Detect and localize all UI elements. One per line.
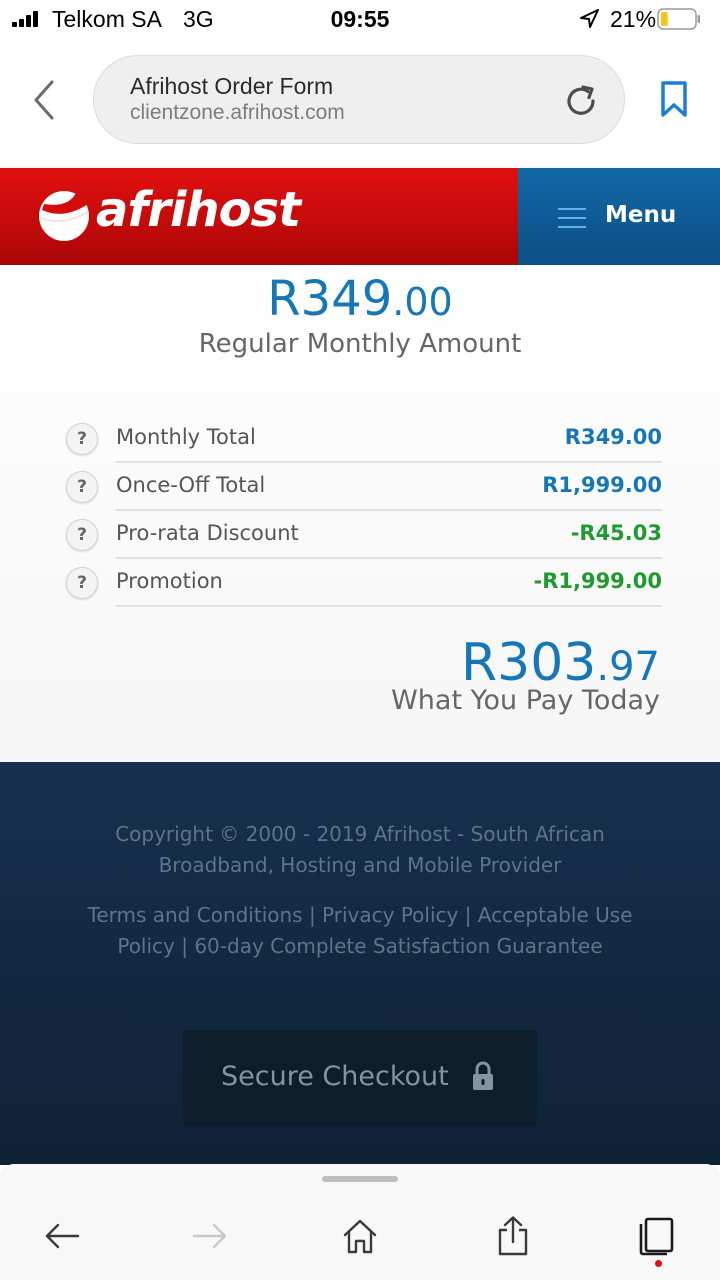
back-arrow-icon[interactable]: [42, 1216, 82, 1256]
menu-button[interactable]: Menu: [518, 168, 720, 265]
page-title: Afrihost Order Form: [130, 73, 334, 99]
summary-row-promotion: ? Promotion -R1,999.00: [66, 559, 662, 607]
share-icon[interactable]: [493, 1216, 533, 1256]
forward-arrow-icon[interactable]: [190, 1216, 230, 1256]
site-header: afrihost Menu: [0, 168, 720, 265]
battery-percent: 21%: [610, 6, 657, 32]
toolbar-handle[interactable]: [322, 1176, 398, 1182]
regular-monthly-label: Regular Monthly Amount: [198, 329, 522, 359]
summary-row-once-off-total: ? Once-Off Total R1,999.00: [66, 463, 662, 511]
page-domain: clientzone.afrihost.com: [130, 101, 345, 124]
row-value: -R45.03: [570, 521, 662, 545]
row-label: Pro-rata Discount: [116, 521, 299, 545]
help-icon[interactable]: ?: [66, 567, 98, 599]
summary-row-pro-rata-discount: ? Pro-rata Discount -R45.03: [66, 511, 662, 559]
lock-icon: [473, 1061, 493, 1090]
help-icon[interactable]: ?: [66, 519, 98, 551]
pay-amount-main: R303: [460, 633, 597, 693]
row-label: Monthly Total: [116, 425, 256, 449]
brand-logo-text: afrihost: [96, 182, 301, 238]
afrihost-logo-icon: [39, 191, 89, 241]
order-summary: R349.00 Regular Monthly Amount ? Monthly…: [0, 265, 720, 762]
location-arrow-icon: [580, 9, 599, 28]
browser-toolbar: [0, 1164, 720, 1280]
checkout-label: Secure Checkout: [221, 1061, 449, 1092]
hamburger-icon: [558, 208, 586, 228]
help-icon[interactable]: ?: [66, 471, 98, 503]
notification-dot: [655, 1260, 662, 1267]
bookmark-icon[interactable]: [657, 80, 691, 118]
row-value: R1,999.00: [542, 473, 662, 497]
menu-label: Menu: [605, 202, 677, 228]
pay-today-amount: R303.97: [360, 633, 660, 693]
help-icon[interactable]: ?: [66, 423, 98, 455]
copyright-text: Copyright © 2000 - 2019 Afrihost - South…: [115, 822, 605, 877]
secure-checkout-button[interactable]: Secure Checkout: [183, 1030, 537, 1126]
row-value: -R1,999.00: [533, 569, 662, 593]
row-value: R349.00: [564, 425, 662, 449]
brand-bar[interactable]: afrihost: [0, 168, 518, 265]
status-bar: Telkom SA 3G 09:55 21%: [0, 0, 720, 40]
reload-icon[interactable]: [562, 82, 600, 120]
row-label: Promotion: [116, 569, 223, 593]
regular-monthly-amount: R349.00: [0, 271, 720, 327]
regular-amount-cents: .00: [392, 280, 453, 324]
pay-today-label: What You Pay Today: [391, 685, 660, 716]
row-divider: [116, 605, 662, 607]
site-footer: Copyright © 2000 - 2019 Afrihost - South…: [0, 762, 720, 1165]
pay-amount-cents: .97: [596, 644, 660, 690]
regular-amount-main: R349: [267, 271, 393, 327]
home-icon[interactable]: [340, 1216, 380, 1256]
summary-row-monthly-total: ? Monthly Total R349.00: [66, 415, 662, 463]
tabs-icon[interactable]: [638, 1216, 678, 1256]
footer-links[interactable]: Terms and Conditions | Privacy Policy | …: [80, 900, 640, 962]
browser-back-chevron-icon[interactable]: [30, 78, 60, 122]
battery-icon: [657, 8, 700, 30]
row-label: Once-Off Total: [116, 473, 266, 497]
